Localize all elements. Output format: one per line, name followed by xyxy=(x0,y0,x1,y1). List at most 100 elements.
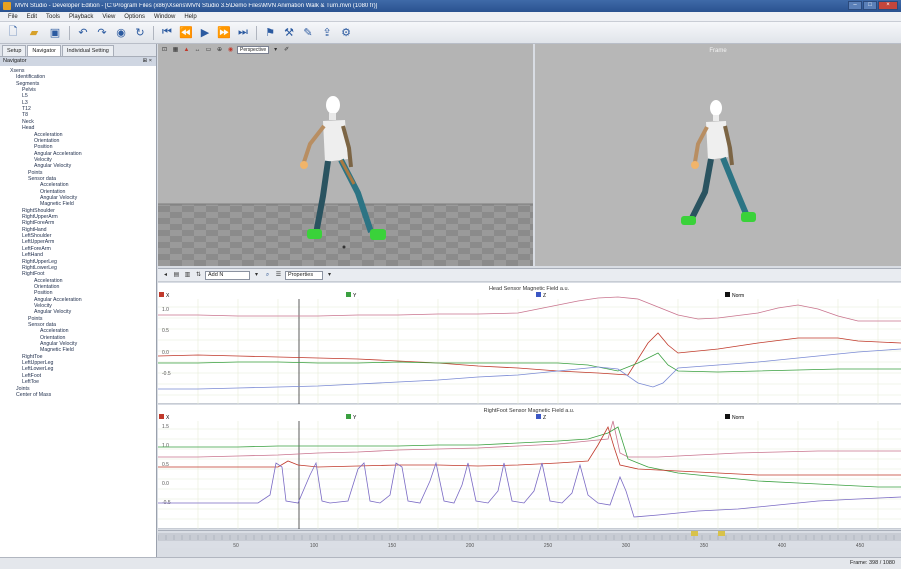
tree-item[interactable]: Orientation xyxy=(40,189,65,195)
pin-icon[interactable]: ⊞ × xyxy=(143,57,152,66)
play-icon[interactable]: ▶ xyxy=(197,25,213,41)
menu-file[interactable]: File xyxy=(8,14,18,20)
tree-item[interactable]: Angular Acceleration xyxy=(34,151,82,157)
rightfoot-magnetic-field-graph[interactable]: RightFoot Sensor Magnetic Field a.u. X Y… xyxy=(158,405,901,529)
tree-item[interactable]: Segments xyxy=(16,81,39,87)
viewport-frame[interactable]: Frame xyxy=(535,44,901,266)
step-forward-icon[interactable]: ⏩ xyxy=(216,25,232,41)
skip-start-icon[interactable]: ⏮ xyxy=(159,25,175,41)
graph-add-dropdown[interactable]: Add N xyxy=(205,270,250,280)
tree-item[interactable]: Orientation xyxy=(34,284,59,290)
tab-individual-setting[interactable]: Individual Setting xyxy=(61,45,114,56)
tree-item[interactable]: Magnetic Field xyxy=(40,201,74,207)
tree-item[interactable]: L3 xyxy=(22,100,28,106)
marker-end[interactable] xyxy=(718,531,725,536)
pen-icon[interactable]: ✐ xyxy=(282,46,291,54)
refresh-icon[interactable]: ↻ xyxy=(132,25,148,41)
menu-window[interactable]: Window xyxy=(154,14,175,20)
chevron-down-icon[interactable]: ▾ xyxy=(325,271,334,279)
tree-item[interactable]: LeftFoot xyxy=(22,373,41,379)
tree-item[interactable]: Angular Velocity xyxy=(34,309,71,315)
tree-item[interactable]: Acceleration xyxy=(34,132,63,138)
tree-item[interactable]: RightLowerLeg xyxy=(22,265,57,271)
export-icon[interactable]: ⇪ xyxy=(319,25,335,41)
tree-item[interactable]: Position xyxy=(34,144,52,150)
redo-icon[interactable]: ↷ xyxy=(94,25,110,41)
tree-item[interactable]: LeftUpperLeg xyxy=(22,360,53,366)
undo-icon[interactable]: ↶ xyxy=(75,25,91,41)
tree-item[interactable]: Acceleration xyxy=(40,182,69,188)
tree-item[interactable]: Orientation xyxy=(40,335,65,341)
tree-item[interactable]: Center of Mass xyxy=(16,392,51,398)
graph-sync-icon[interactable]: ⇅ xyxy=(194,271,203,279)
tree-item[interactable]: Velocity xyxy=(34,303,52,309)
tree-item[interactable]: Angular Acceleration xyxy=(34,297,82,303)
minimize-button[interactable]: – xyxy=(848,1,862,10)
tree-item[interactable]: T12 xyxy=(22,106,31,112)
tree-item[interactable]: RightForeArm xyxy=(22,220,54,226)
tree-item[interactable]: Magnetic Field xyxy=(40,347,74,353)
graph-zoom-icon[interactable]: ⌕ xyxy=(263,271,272,279)
tree-item[interactable]: Points xyxy=(28,316,42,322)
menu-options[interactable]: Options xyxy=(124,14,145,20)
graph-back-icon[interactable]: ◂ xyxy=(161,271,170,279)
graph-list-icon[interactable]: ☰ xyxy=(274,271,283,279)
tree-item[interactable]: Sensor data xyxy=(28,322,56,328)
graph-split-icon[interactable]: ▥ xyxy=(183,271,192,279)
tree-item[interactable]: Sensor data xyxy=(28,176,56,182)
menu-tools[interactable]: Tools xyxy=(46,14,60,20)
tree-item[interactable]: Angular Velocity xyxy=(40,341,77,347)
tree-item[interactable]: Pelvis xyxy=(22,87,36,93)
tab-navigator[interactable]: Navigator xyxy=(27,45,61,56)
timeline-slider[interactable]: 50 100 150 200 250 300 350 400 450 xyxy=(158,530,901,549)
tree-item[interactable]: Head xyxy=(22,125,34,131)
scale-icon[interactable]: ↔ xyxy=(193,46,202,54)
tree-item[interactable]: LeftHand xyxy=(22,252,43,258)
tree-item[interactable]: LeftToe xyxy=(22,379,39,385)
tree-item[interactable]: Velocity xyxy=(34,157,52,163)
settings-icon[interactable]: ⚙ xyxy=(338,25,354,41)
tree-item[interactable]: RightUpperArm xyxy=(22,214,58,220)
tree-item[interactable]: RightUpperLeg xyxy=(22,259,57,265)
graph-layout-icon[interactable]: ▤ xyxy=(172,271,181,279)
marker-icon[interactable]: ⚑ xyxy=(262,25,278,41)
tree-item[interactable]: RightToe xyxy=(22,354,42,360)
tree-item[interactable]: Angular Velocity xyxy=(40,195,77,201)
tree-item[interactable]: T8 xyxy=(22,112,28,118)
tree-item[interactable]: L5 xyxy=(22,93,28,99)
tree-item[interactable]: RightFoot xyxy=(22,271,45,277)
tab-setup[interactable]: Setup xyxy=(2,45,27,56)
menu-edit[interactable]: Edit xyxy=(27,14,37,20)
tools-icon[interactable]: ⚒ xyxy=(281,25,297,41)
tree-item[interactable]: LeftUpperArm xyxy=(22,239,54,245)
open-folder-icon[interactable]: ▰ xyxy=(25,24,43,42)
warning-icon[interactable]: ▲ xyxy=(182,46,191,54)
new-file-icon[interactable]: 🗋 xyxy=(4,24,22,42)
tree-item[interactable]: LeftShoulder xyxy=(22,233,51,239)
tree-item[interactable]: Neck xyxy=(22,119,34,125)
tree-item[interactable]: LeftLowerLeg xyxy=(22,366,53,372)
maximize-button[interactable]: □ xyxy=(863,1,877,10)
close-button[interactable]: × xyxy=(878,1,898,10)
chevron-down-icon[interactable]: ▾ xyxy=(252,271,261,279)
zoom-icon[interactable]: ⊕ xyxy=(215,46,224,54)
tree-item[interactable]: Position xyxy=(34,290,52,296)
record-icon[interactable]: ◉ xyxy=(113,25,129,41)
tree-item[interactable]: RightHand xyxy=(22,227,47,233)
tree-item[interactable]: Points xyxy=(28,170,42,176)
edit-icon[interactable]: ✎ xyxy=(300,25,316,41)
tree-item[interactable]: RightShoulder xyxy=(22,208,55,214)
menu-playback[interactable]: Playback xyxy=(69,14,93,20)
tree-item[interactable]: Acceleration xyxy=(34,278,63,284)
menu-view[interactable]: View xyxy=(102,14,115,20)
tree-item[interactable]: Identification xyxy=(16,74,45,80)
frame-icon[interactable]: ▭ xyxy=(204,46,213,54)
tree-item[interactable]: Xsens xyxy=(10,68,24,74)
record-view-icon[interactable]: ◉ xyxy=(226,46,235,54)
camera-dropdown[interactable]: Perspective xyxy=(237,46,270,54)
tree-item[interactable]: Acceleration xyxy=(40,328,69,334)
head-magnetic-field-graph[interactable]: Head Sensor Magnetic Field a.u. X Y Z No… xyxy=(158,283,901,404)
chevron-down-icon[interactable]: ▾ xyxy=(271,46,280,54)
tree-item[interactable]: Orientation xyxy=(34,138,59,144)
marker-start[interactable] xyxy=(691,531,698,536)
